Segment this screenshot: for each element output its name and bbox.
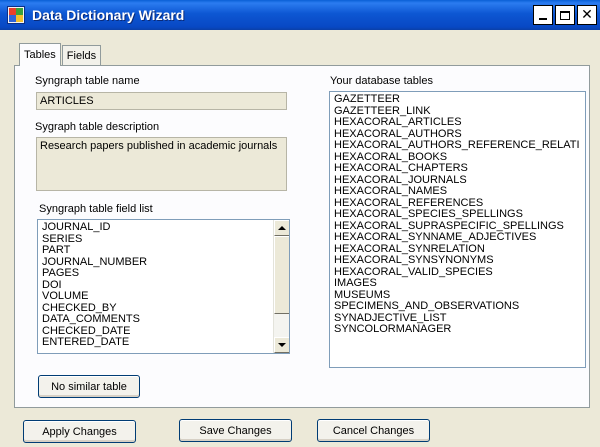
scroll-up-icon	[278, 226, 286, 230]
field-list-item[interactable]: DATA_COMMENTS	[38, 313, 273, 326]
scroll-thumb[interactable]	[274, 236, 289, 314]
field-list-label: Syngraph table field list	[39, 203, 153, 215]
table-description-field[interactable]: Research papers published in academic jo…	[36, 137, 287, 191]
field-list-item[interactable]: ENTERED_DATE	[38, 336, 273, 349]
scroll-up-button[interactable]	[274, 220, 289, 236]
database-table-item[interactable]: HEXACORAL_CHAPTERS	[330, 162, 585, 175]
field-list-scrollbar[interactable]	[273, 220, 289, 353]
database-tables-list[interactable]: GAZETTEER GAZETTEER_LINK HEXACORAL_ARTICLE…	[329, 91, 586, 368]
minimize-icon	[539, 17, 547, 20]
maximize-button[interactable]	[555, 5, 575, 25]
table-description-label: Sygraph table description	[35, 121, 160, 133]
close-button[interactable]: ✕	[577, 5, 597, 25]
database-table-item[interactable]: HEXACORAL_NAMES	[330, 185, 585, 198]
field-list-item[interactable]: SERIES	[38, 233, 273, 246]
apply-changes-button[interactable]: Apply Changes	[23, 420, 136, 443]
maximize-icon	[560, 10, 570, 20]
app-icon	[7, 6, 25, 24]
cancel-changes-button[interactable]: Cancel Changes	[317, 419, 430, 442]
table-name-field[interactable]: ARTICLES	[36, 92, 287, 110]
field-list-item[interactable]: PART	[38, 244, 273, 257]
tab-fields[interactable]: Fields	[61, 45, 102, 66]
field-list-item[interactable]: JOURNAL_ID	[38, 221, 273, 234]
field-list-item[interactable]: VOLUME	[38, 290, 273, 303]
database-table-item[interactable]: IMAGES	[330, 277, 585, 290]
database-table-item[interactable]: HEXACORAL_SYNNAME_ADJECTIVES	[330, 231, 585, 244]
scroll-down-button[interactable]	[274, 337, 289, 353]
database-table-item[interactable]: HEXACORAL_AUTHORS_REFERENCE_RELATI	[330, 139, 585, 152]
scroll-down-icon	[278, 343, 286, 347]
field-list[interactable]: JOURNAL_ID SERIES PART JOURNAL_NUMBER PAGES D…	[37, 219, 290, 354]
tables-tab-panel: Syngraph table name ARTICLES Sygraph tab…	[14, 65, 590, 408]
minimize-button[interactable]	[533, 5, 553, 25]
database-tables-label: Your database tables	[330, 75, 433, 87]
tab-strip: Tables Fields	[19, 43, 102, 66]
database-table-item[interactable]: HEXACORAL_SYNSYNONYMS	[330, 254, 585, 267]
database-table-item[interactable]: GAZETTEER	[330, 93, 585, 106]
field-list-item[interactable]: PAGES	[38, 267, 273, 280]
title-bar[interactable]: Data Dictionary Wizard ✕	[0, 0, 600, 30]
tab-tables[interactable]: Tables	[19, 43, 61, 66]
no-similar-table-button[interactable]: No similar table	[38, 375, 140, 398]
database-table-item[interactable]: HEXACORAL_ARTICLES	[330, 116, 585, 129]
database-table-item[interactable]: SYNCOLORMANAGER	[330, 323, 585, 336]
window-title: Data Dictionary Wizard	[32, 7, 185, 23]
save-changes-button[interactable]: Save Changes	[179, 419, 292, 442]
table-name-label: Syngraph table name	[35, 75, 140, 87]
close-icon: ✕	[581, 7, 593, 23]
database-table-item[interactable]: HEXACORAL_SPECIES_SPELLINGS	[330, 208, 585, 221]
database-table-item[interactable]: SPECIMENS_AND_OBSERVATIONS	[330, 300, 585, 313]
